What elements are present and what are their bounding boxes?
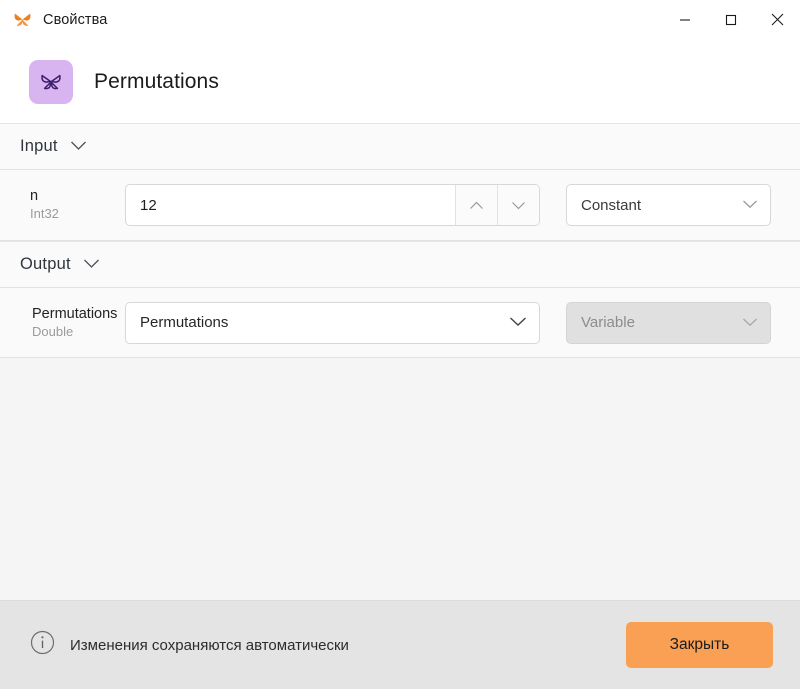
content-empty-area [0, 358, 800, 600]
output-type: Double [32, 323, 74, 339]
close-dialog-button[interactable]: Закрыть [626, 622, 773, 668]
output-mode-dropdown: Variable [566, 301, 771, 344]
autosave-notice: Изменения сохраняются автоматически [30, 630, 349, 660]
n-mode-dropdown[interactable]: Constant [566, 184, 771, 226]
chevron-down-icon [83, 256, 100, 274]
number-input-box [125, 184, 540, 226]
title-bar-left: Свойства [0, 0, 662, 39]
output-label-group: Permutations Double [0, 306, 125, 340]
chevron-down-icon [509, 314, 527, 332]
output-target-dropdown[interactable]: Permutations [125, 301, 540, 344]
parameter-name: n [30, 188, 39, 204]
section-label-input: Input [20, 137, 58, 155]
section-label-output: Output [20, 255, 71, 273]
autosave-text: Изменения сохраняются автоматически [70, 636, 349, 654]
parameter-label-group: n Int32 [0, 188, 125, 222]
dialog-footer: Изменения сохраняются автоматически Закр… [0, 600, 800, 689]
butterfly-icon [13, 10, 32, 29]
chevron-down-icon [70, 138, 87, 156]
info-circle-icon [30, 630, 55, 660]
page-title: Permutations [94, 69, 219, 93]
window-controls [662, 0, 800, 39]
stepper-up-button[interactable] [455, 185, 497, 225]
section-header-input[interactable]: Input [0, 123, 800, 170]
title-bar: Свойства [0, 0, 800, 40]
output-mode-value: Variable [581, 314, 635, 331]
n-mode-value: Constant [581, 196, 642, 214]
maximize-button[interactable] [708, 0, 754, 39]
close-button[interactable] [754, 0, 800, 39]
number-input-wrapper [125, 184, 540, 226]
window-title: Свойства [43, 11, 108, 28]
parameter-type: Int32 [30, 206, 59, 221]
chevron-down-icon [742, 196, 758, 214]
output-target-value: Permutations [140, 314, 229, 331]
chevron-down-icon [742, 314, 758, 332]
parameter-row-n: n Int32 Constant [0, 170, 800, 241]
minimize-button[interactable] [662, 0, 708, 39]
butterfly-icon [38, 69, 64, 95]
output-name: Permutations [32, 305, 118, 322]
stepper-down-button[interactable] [497, 185, 539, 225]
parameter-row-permutations: Permutations Double Permutations Variabl… [0, 288, 800, 358]
app-icon-badge [29, 59, 73, 104]
section-header-output[interactable]: Output [0, 241, 800, 288]
app-header: Permutations [0, 40, 800, 123]
properties-window: Свойства Permutations Input n Int32 12 C… [0, 0, 800, 689]
n-value-input[interactable] [126, 185, 455, 225]
